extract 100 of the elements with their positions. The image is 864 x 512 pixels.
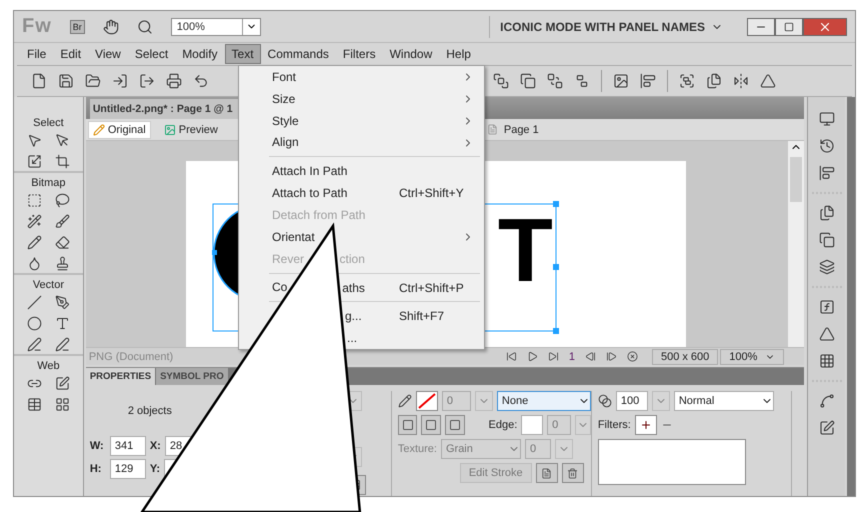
align-icon[interactable]	[818, 165, 835, 181]
stop-icon[interactable]	[626, 351, 638, 362]
bridge-button[interactable]: Br	[70, 20, 85, 34]
workspace-switcher[interactable]: ICONIC MODE WITH PANEL NAMES	[489, 16, 729, 38]
menu-bar-item[interactable]: Window	[382, 44, 440, 64]
pen-icon[interactable]	[55, 295, 70, 310]
magic-wand-icon[interactable]	[26, 214, 42, 229]
menu-item-label: aths	[342, 280, 365, 294]
monitor-icon[interactable]	[818, 111, 835, 127]
menu-item[interactable]: g... Shift+F7	[239, 305, 484, 328]
minimize-button[interactable]	[747, 18, 775, 36]
blend-mode-dropdown[interactable]: Normal	[674, 391, 774, 411]
bring-forward-icon[interactable]	[520, 73, 536, 89]
menu-item-label: Style	[272, 114, 299, 128]
brush-icon[interactable]	[55, 214, 70, 229]
undo-icon[interactable]	[193, 73, 209, 89]
zoom-icon[interactable]	[136, 18, 153, 34]
function-icon[interactable]	[818, 299, 835, 315]
menu-bar-item[interactable]: Edit	[53, 44, 88, 64]
menu-bar-item[interactable]: Modify	[175, 44, 225, 64]
marquee-icon[interactable]	[26, 193, 42, 208]
group-icon[interactable]	[679, 73, 695, 89]
stroke-icon[interactable]	[398, 394, 412, 408]
previous-frame-icon[interactable]	[584, 351, 596, 362]
save-icon[interactable]	[58, 73, 74, 89]
menu-item[interactable]: Attach to Path Ctrl+Shift+Y	[239, 182, 484, 204]
play-icon[interactable]	[526, 351, 538, 362]
add-filter-button[interactable]	[634, 415, 657, 435]
print-icon[interactable]	[166, 73, 182, 89]
next-frame-icon[interactable]	[606, 351, 617, 362]
edit-screen-icon[interactable]	[818, 420, 835, 436]
close-button[interactable]	[803, 18, 847, 36]
grid-icon[interactable]	[818, 353, 835, 369]
width-field[interactable]: 341	[110, 436, 146, 456]
stroke-center-button[interactable]	[421, 415, 442, 435]
line-icon[interactable]	[26, 295, 42, 310]
stroke-outside-button[interactable]	[445, 415, 465, 435]
layers-icon[interactable]	[818, 259, 835, 275]
zoom-dropdown[interactable]: 100%	[720, 348, 784, 364]
new-file-icon[interactable]	[31, 73, 47, 89]
maximize-button[interactable]	[775, 18, 803, 36]
flip-icon[interactable]	[733, 73, 749, 89]
delete-stroke-button[interactable]	[562, 463, 584, 483]
subselect-icon[interactable]	[55, 133, 70, 148]
menu-item[interactable]: ...	[239, 327, 484, 349]
save-stroke-button[interactable]	[536, 463, 558, 483]
hand-icon[interactable]	[102, 18, 119, 34]
send-to-back-icon[interactable]	[574, 73, 590, 89]
menu-item[interactable]: Co aths Ctrl+Shift+P	[239, 276, 484, 298]
view-tab[interactable]: Preview	[158, 120, 223, 138]
panel-tab[interactable]: PROPERTIES	[86, 368, 156, 385]
last-frame-icon[interactable]	[548, 351, 559, 362]
history-icon[interactable]	[818, 138, 835, 154]
bring-to-front-icon[interactable]	[493, 73, 509, 89]
menu-item[interactable]: Font	[239, 66, 484, 88]
stroke-category-dropdown[interactable]: None	[496, 391, 591, 411]
ellipse-icon[interactable]	[26, 316, 42, 331]
vertical-scrollbar[interactable]	[788, 141, 804, 347]
send-backward-icon[interactable]	[547, 73, 563, 89]
path-icon[interactable]	[818, 393, 835, 409]
menu-item[interactable]: Orientat	[239, 226, 484, 248]
document-tab[interactable]: Untitled-2.png* : Page 1 @ 1	[90, 99, 239, 119]
pencil-icon[interactable]	[26, 235, 42, 250]
document-size[interactable]: 500 x 600	[652, 348, 718, 364]
scrollbar-thumb[interactable]	[790, 157, 802, 202]
export-icon[interactable]	[139, 73, 155, 89]
open-folder-icon[interactable]	[85, 73, 101, 89]
menu-bar-item[interactable]: Filters	[336, 44, 383, 64]
lasso-icon[interactable]	[55, 193, 70, 208]
menu-bar-item[interactable]: Select	[128, 44, 176, 64]
blur-icon[interactable]	[26, 256, 42, 271]
menu-bar-item[interactable]: Commands	[260, 44, 336, 64]
view-tab[interactable]: Original	[88, 120, 151, 138]
opacity-field[interactable]: 100	[616, 391, 648, 411]
align-icon[interactable]	[640, 73, 656, 89]
panel-tab[interactable]: SYMBOL PRO	[156, 368, 228, 385]
window-scrollbar[interactable]	[847, 97, 855, 496]
zoom-combo[interactable]: 100%	[170, 18, 261, 36]
stroke-color-swatch[interactable]	[416, 391, 438, 411]
menu-item[interactable]: Size	[239, 88, 484, 110]
menu-bar-item[interactable]: View	[88, 44, 128, 64]
stroke-inside-button[interactable]	[398, 415, 418, 435]
text-tool-icon[interactable]	[55, 316, 70, 331]
menu-bar-item[interactable]: Help	[439, 44, 478, 64]
first-frame-icon[interactable]	[506, 351, 517, 362]
edge-field[interactable]	[521, 415, 544, 435]
opacity-icon[interactable]	[598, 394, 612, 408]
crop-icon[interactable]	[55, 154, 70, 169]
menu-bar-item[interactable]: Text	[224, 44, 261, 64]
scale-icon[interactable]	[26, 154, 42, 169]
states-icon[interactable]	[818, 232, 835, 248]
pointer-icon[interactable]	[26, 133, 42, 148]
import-icon[interactable]	[112, 73, 128, 89]
pages-icon[interactable]	[818, 205, 835, 221]
menu-item[interactable]: Attach In Path	[239, 160, 484, 182]
height-field[interactable]: 129	[110, 459, 146, 479]
gradient-icon[interactable]	[818, 326, 835, 342]
stamp-icon[interactable]	[55, 256, 70, 271]
menu-bar-item[interactable]: File	[20, 44, 54, 64]
eraser-icon[interactable]	[55, 235, 70, 250]
